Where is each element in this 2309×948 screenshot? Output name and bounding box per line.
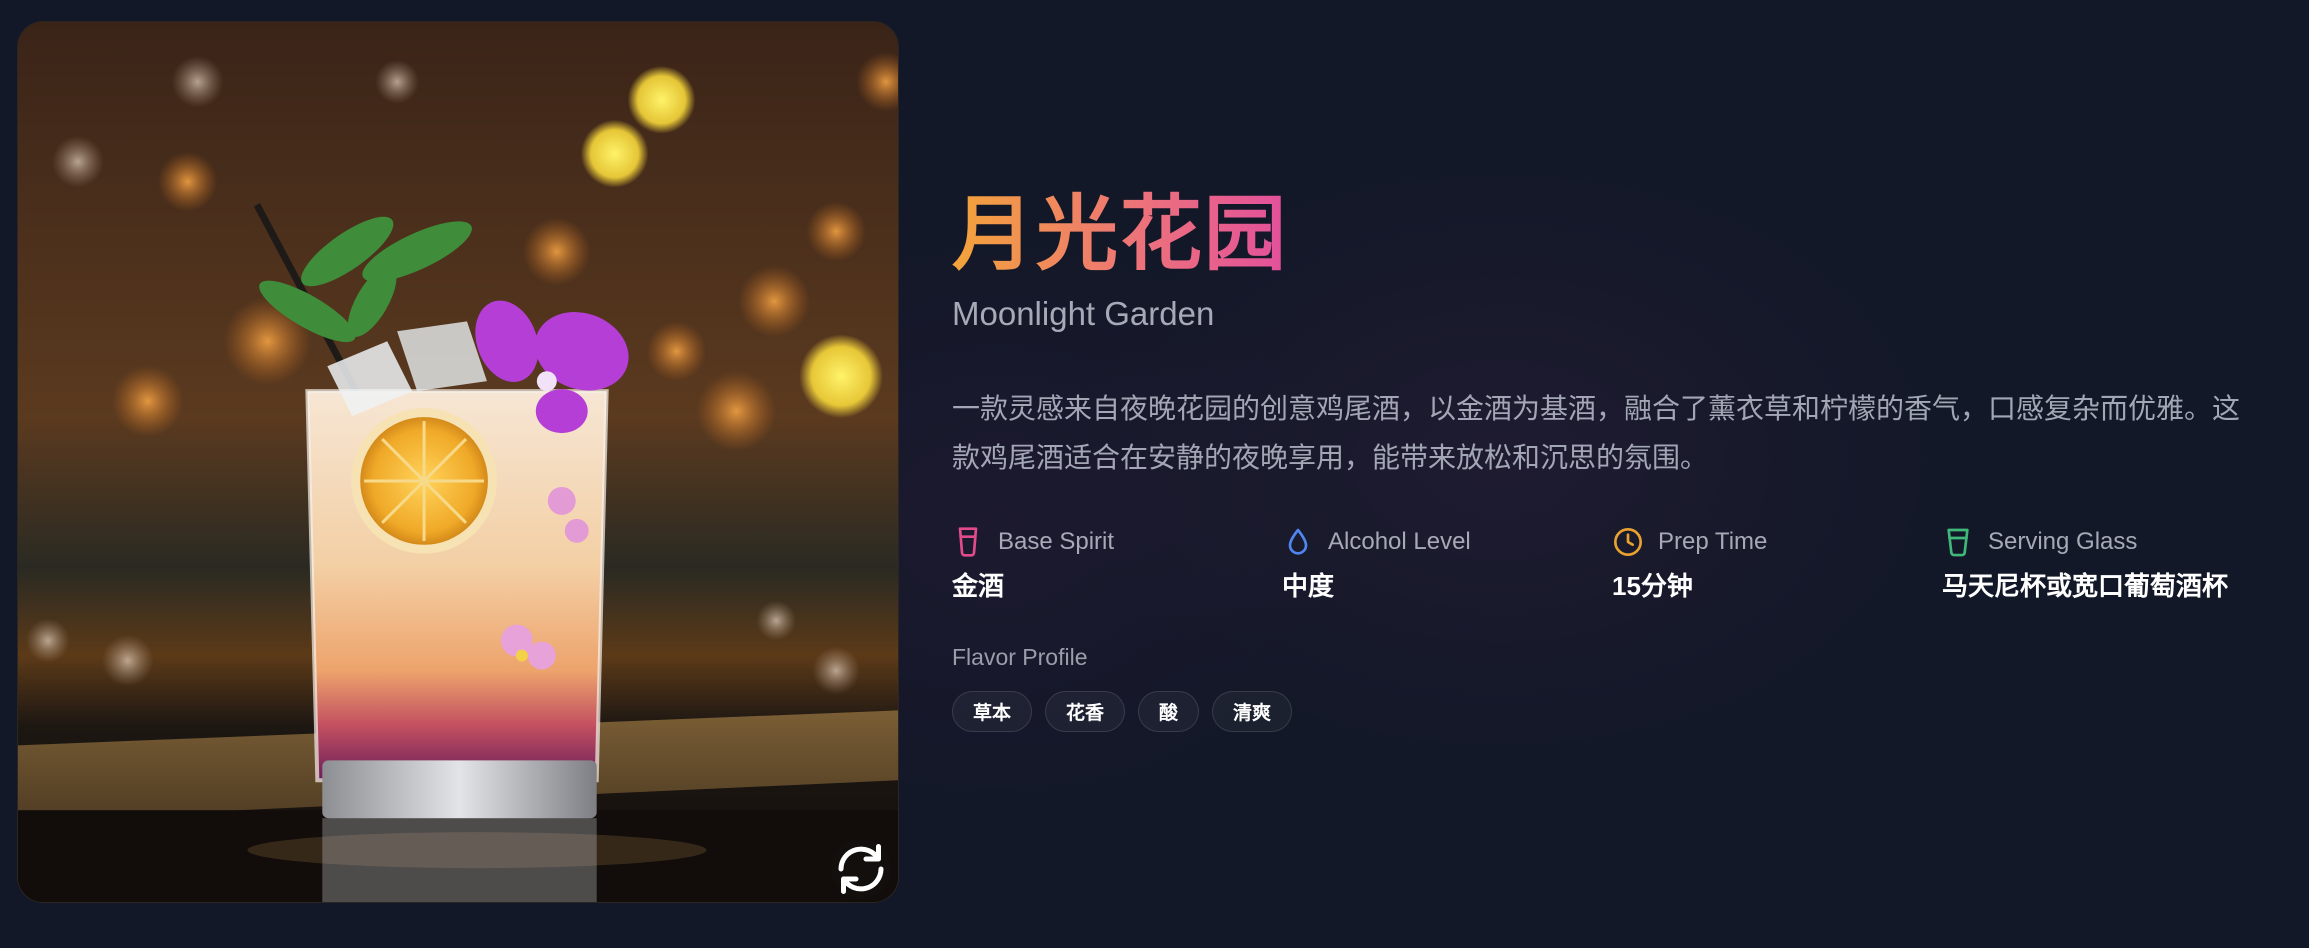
stat-base-spirit: Base Spirit 金酒 <box>952 524 1282 604</box>
flavor-tags: 草本 花香 酸 清爽 <box>952 691 2272 732</box>
cocktail-detail-page: 月光花园 Moonlight Garden 一款灵感来自夜晚花园的创意鸡尾酒，以… <box>0 0 2309 948</box>
stat-value: 中度 <box>1282 571 1335 601</box>
stat-label: Base Spirit <box>998 528 1115 555</box>
cocktail-description: 一款灵感来自夜晚花园的创意鸡尾酒，以金酒为基酒，融合了薰衣草和柠檬的香气，口感复… <box>952 393 2241 473</box>
flavor-profile-label: Flavor Profile <box>952 644 1088 670</box>
flavor-tag[interactable]: 酸 <box>1138 691 1200 732</box>
clock-icon <box>1614 528 1642 556</box>
stat-serving-glass: Serving Glass 马天尼杯或宽口葡萄酒杯 <box>1942 524 2272 604</box>
stat-prep-time: Prep Time 15分钟 <box>1612 524 1942 604</box>
refresh-icon <box>838 844 884 894</box>
stat-value: 金酒 <box>952 571 1005 601</box>
cup-icon <box>1947 528 1969 557</box>
stat-alcohol-level: Alcohol Level 中度 <box>1282 524 1612 604</box>
cocktail-title: 月光花园 <box>952 180 1288 290</box>
refresh-button[interactable] <box>831 839 891 899</box>
stat-value: 马天尼杯或宽口葡萄酒杯 <box>1942 571 2229 601</box>
stat-value: 15分钟 <box>1612 571 1693 601</box>
stats-row: Base Spirit 金酒 Alcohol Level 中度 Prep Tim… <box>952 524 2272 604</box>
stat-label: Serving Glass <box>1988 528 2138 555</box>
flavor-tag[interactable]: 清爽 <box>1212 691 1293 732</box>
stat-label: Alcohol Level <box>1328 528 1471 555</box>
cocktail-subtitle: Moonlight Garden <box>952 295 1215 332</box>
flavor-tag[interactable]: 花香 <box>1045 691 1126 732</box>
cocktail-photo <box>17 21 899 903</box>
stat-label: Prep Time <box>1658 528 1768 555</box>
flavor-tag[interactable]: 草本 <box>952 691 1033 732</box>
cocktail-photo-illustration <box>18 22 898 902</box>
cocktail-info: 月光花园 Moonlight Garden 一款灵感来自夜晚花园的创意鸡尾酒，以… <box>952 180 2272 732</box>
droplet-icon <box>1288 528 1308 555</box>
glass-icon <box>958 527 978 557</box>
